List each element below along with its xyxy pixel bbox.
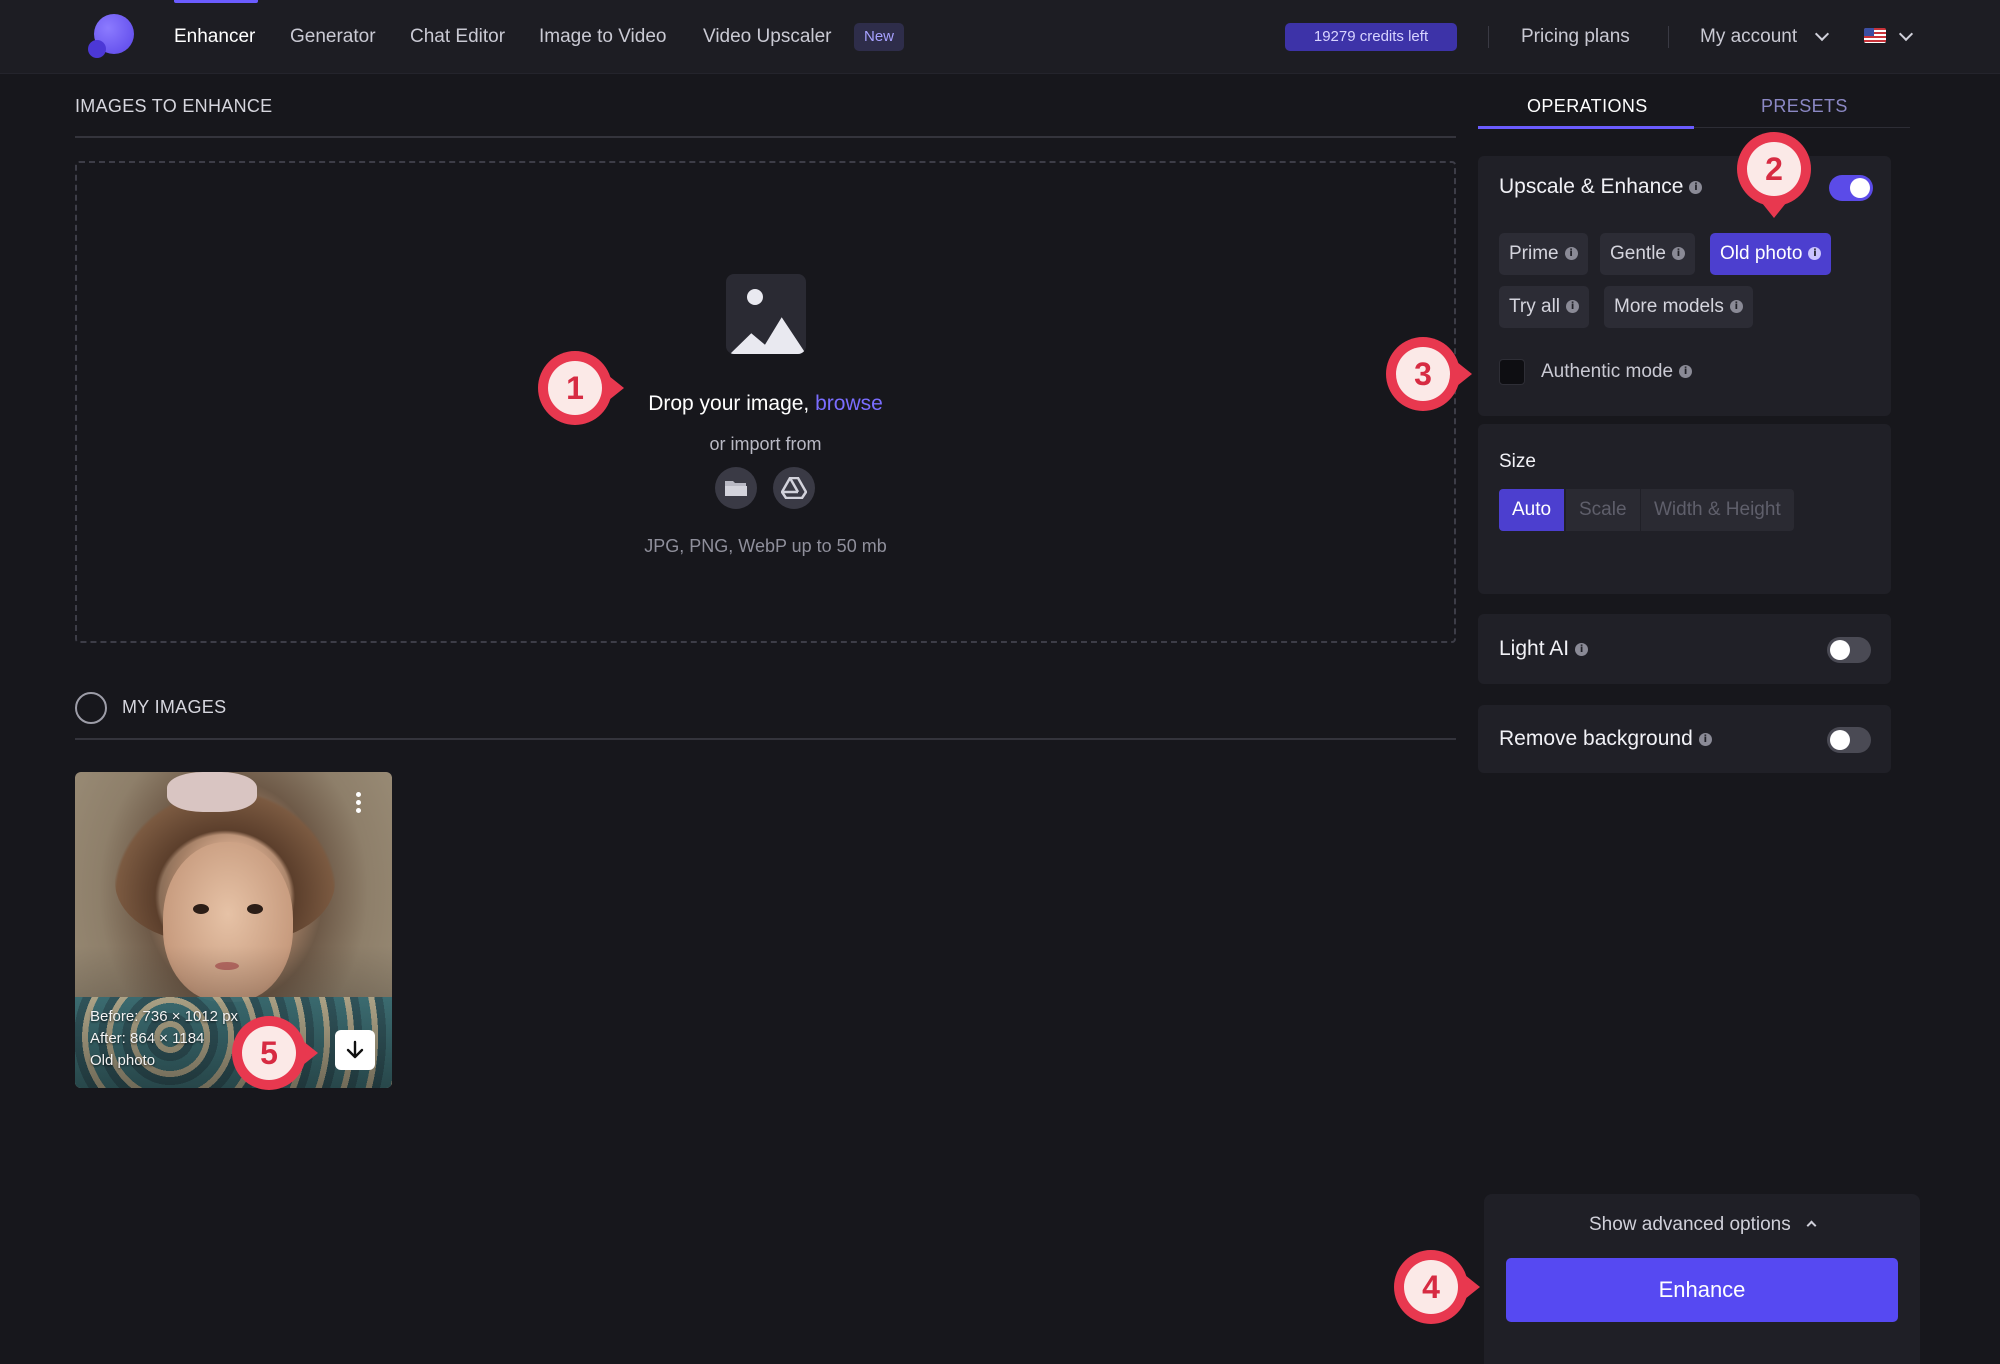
chevron-down-icon[interactable] bbox=[1898, 26, 1914, 42]
model-label: Try all bbox=[1509, 296, 1561, 317]
model-label: Prime bbox=[1509, 243, 1559, 264]
section-divider bbox=[75, 738, 1456, 740]
app-logo[interactable] bbox=[88, 14, 136, 60]
more-models-chip[interactable]: More models i bbox=[1604, 286, 1753, 328]
step-callout-2: 2 bbox=[1737, 132, 1811, 218]
download-arrow-icon bbox=[346, 1040, 364, 1059]
model-try-all-chip[interactable]: Try all i bbox=[1499, 286, 1590, 328]
import-from-label: or import from bbox=[709, 434, 822, 454]
folder-icon bbox=[725, 481, 747, 496]
info-icon[interactable]: i bbox=[1729, 300, 1743, 314]
us-flag-icon[interactable] bbox=[1864, 28, 1886, 43]
nav-video-upscaler[interactable]: Video Upscaler bbox=[703, 24, 832, 50]
size-title: Size bbox=[1499, 451, 1536, 472]
chevron-up-icon bbox=[1806, 1220, 1817, 1231]
model-label: More models bbox=[1614, 296, 1724, 317]
top-navigation: Enhancer Generator Chat Editor Image to … bbox=[0, 0, 2000, 74]
image-placeholder-icon bbox=[726, 274, 806, 354]
nav-enhancer[interactable]: Enhancer bbox=[174, 24, 255, 50]
callout-number: 1 bbox=[548, 361, 602, 415]
section-divider bbox=[75, 136, 1456, 138]
upscale-enhance-title: Upscale & Enhance i bbox=[1499, 175, 1703, 199]
callout-number: 4 bbox=[1404, 1260, 1458, 1314]
new-badge: New bbox=[854, 23, 905, 51]
info-icon[interactable]: i bbox=[1564, 247, 1578, 261]
step-callout-5: 5 bbox=[232, 1016, 318, 1090]
authentic-mode-row: Authentic mode i bbox=[1541, 361, 1693, 383]
info-icon[interactable]: i bbox=[1808, 247, 1822, 261]
thumbnail-after-size: After: 864 × 1184 bbox=[90, 1030, 205, 1047]
light-ai-label: Light AI bbox=[1499, 637, 1570, 660]
info-icon[interactable]: i bbox=[1575, 642, 1589, 656]
more-options-icon[interactable] bbox=[355, 792, 363, 816]
tab-operations[interactable]: OPERATIONS bbox=[1527, 96, 1648, 117]
model-gentle-chip[interactable]: Gentle i bbox=[1600, 233, 1695, 275]
model-label: Old photo bbox=[1720, 243, 1803, 264]
model-label: Gentle bbox=[1610, 243, 1666, 264]
my-account-menu[interactable]: My account bbox=[1700, 24, 1797, 50]
browse-link[interactable]: browse bbox=[815, 392, 883, 415]
nav-generator[interactable]: Generator bbox=[290, 24, 376, 50]
nav-divider bbox=[1668, 26, 1669, 48]
size-scale-option[interactable]: Scale bbox=[1566, 489, 1640, 531]
tab-presets[interactable]: PRESETS bbox=[1761, 96, 1848, 117]
model-prime-chip[interactable]: Prime i bbox=[1499, 233, 1588, 275]
nav-divider bbox=[1488, 26, 1489, 48]
step-callout-3: 3 bbox=[1386, 337, 1472, 411]
my-images-title: MY IMAGES bbox=[122, 697, 227, 717]
select-all-radio[interactable] bbox=[75, 692, 107, 724]
active-tab-indicator bbox=[1478, 126, 1694, 129]
google-drive-import-button[interactable] bbox=[773, 467, 815, 509]
size-width-height-option[interactable]: Width & Height bbox=[1641, 489, 1794, 531]
upscale-enhance-label: Upscale & Enhance bbox=[1499, 175, 1684, 198]
nav-chat-editor[interactable]: Chat Editor bbox=[410, 24, 505, 50]
nav-image-to-video[interactable]: Image to Video bbox=[539, 24, 666, 50]
info-icon[interactable]: i bbox=[1566, 300, 1580, 314]
callout-number: 3 bbox=[1396, 347, 1450, 401]
step-callout-4: 4 bbox=[1394, 1250, 1480, 1324]
callout-number: 2 bbox=[1747, 142, 1801, 196]
upscale-enhance-toggle[interactable] bbox=[1829, 175, 1873, 201]
info-icon[interactable]: i bbox=[1689, 180, 1703, 194]
info-icon[interactable]: i bbox=[1698, 732, 1712, 746]
credits-badge[interactable]: 19279 credits left bbox=[1285, 23, 1457, 51]
authentic-mode-label: Authentic mode bbox=[1541, 361, 1674, 382]
show-advanced-options[interactable]: Show advanced options bbox=[1484, 1214, 1920, 1236]
callout-number: 5 bbox=[242, 1026, 296, 1080]
thumbnail-model: Old photo bbox=[90, 1052, 156, 1069]
drop-instructions: Drop your image, browse bbox=[0, 392, 1531, 416]
info-icon[interactable]: i bbox=[1671, 247, 1685, 261]
google-drive-icon bbox=[781, 477, 807, 499]
remove-background-toggle[interactable] bbox=[1827, 727, 1871, 753]
chevron-down-icon[interactable] bbox=[1814, 26, 1830, 42]
supported-formats: JPG, PNG, WebP up to 50 mb bbox=[644, 536, 887, 556]
size-auto-option[interactable]: Auto bbox=[1499, 489, 1565, 531]
info-icon[interactable]: i bbox=[1679, 365, 1693, 379]
model-old-photo-chip[interactable]: Old photo i bbox=[1710, 233, 1832, 275]
advanced-options-label: Show advanced options bbox=[1588, 1214, 1791, 1235]
images-to-enhance-title: IMAGES TO ENHANCE bbox=[75, 96, 273, 116]
remove-background-row: Remove background i bbox=[1499, 727, 1712, 751]
remove-background-label: Remove background bbox=[1499, 727, 1693, 750]
thumbnail-before-size: Before: 736 × 1012 px bbox=[90, 1008, 239, 1025]
authentic-mode-checkbox[interactable] bbox=[1499, 359, 1525, 385]
light-ai-toggle[interactable] bbox=[1827, 637, 1871, 663]
nav-active-indicator bbox=[174, 0, 258, 3]
drop-text: Drop your image, bbox=[648, 392, 810, 415]
nav-pricing-plans[interactable]: Pricing plans bbox=[1521, 24, 1630, 50]
step-callout-1: 1 bbox=[538, 351, 624, 425]
light-ai-row: Light AI i bbox=[1499, 637, 1589, 661]
download-button[interactable] bbox=[335, 1030, 375, 1070]
enhance-button[interactable]: Enhance bbox=[1506, 1258, 1898, 1322]
folder-import-button[interactable] bbox=[715, 467, 757, 509]
